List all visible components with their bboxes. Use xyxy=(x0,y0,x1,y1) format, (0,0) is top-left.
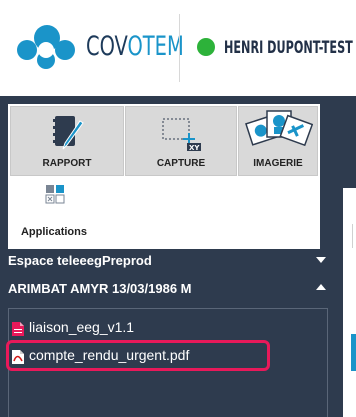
app-header: COVOTEM HENRI DUPONT-TEST xyxy=(0,0,356,96)
applications-label: Applications xyxy=(20,226,87,238)
file-item[interactable]: liaison_eeg_v1.1 xyxy=(9,317,209,339)
report-pen-icon xyxy=(53,116,84,150)
toolbar: RAPPORT XY CAPTURE IMAGERIE Applications xyxy=(8,104,320,264)
file-list: liaison_eeg_v1.1 compte_rendu_urgent.pdf xyxy=(6,308,328,417)
document-icon xyxy=(12,322,24,336)
brand-accent: OTEM xyxy=(127,31,184,62)
covotem-logo-icon xyxy=(17,25,75,69)
capture-label: CAPTURE xyxy=(156,158,206,169)
applications-grid-icon xyxy=(45,185,65,204)
file-item-highlighted[interactable]: compte_rendu_urgent.pdf xyxy=(6,340,270,371)
patient-title: ARIMBAT AMYR 13/03/1986 M xyxy=(8,281,192,296)
online-status-icon xyxy=(197,38,215,56)
report-label: RAPPORT xyxy=(42,158,92,169)
workspace-title: Espace teleeegPreprod xyxy=(8,253,152,268)
chevron-up-icon xyxy=(316,284,326,290)
left-sidebar: RAPPORT XY CAPTURE IMAGERIE Applications… xyxy=(0,96,336,417)
pdf-icon xyxy=(12,350,24,364)
workspace-section-header[interactable]: Espace teleeegPreprod xyxy=(0,249,336,272)
right-content-panel xyxy=(343,188,356,417)
patient-section-header[interactable]: ARIMBAT AMYR 13/03/1986 M xyxy=(0,277,336,300)
brand-prefix: COV xyxy=(86,31,128,62)
imagery-icon xyxy=(245,110,313,147)
chevron-down-icon xyxy=(316,257,326,263)
brand-name: COVOTEM xyxy=(86,31,184,62)
capture-button[interactable]: XY CAPTURE xyxy=(125,106,237,176)
imagery-button[interactable]: IMAGERIE xyxy=(238,106,318,176)
right-panel-active-marker xyxy=(351,334,356,371)
report-button[interactable]: RAPPORT xyxy=(10,106,124,176)
svg-text:XY: XY xyxy=(189,144,200,152)
applications-button[interactable]: Applications xyxy=(14,180,94,242)
right-panel-divider xyxy=(352,224,356,248)
imagery-label: IMAGERIE xyxy=(253,158,303,169)
header-divider xyxy=(179,14,180,82)
user-name[interactable]: HENRI DUPONT-TEST xyxy=(224,38,353,58)
capture-xy-icon: XY xyxy=(162,118,201,152)
file-name: compte_rendu_urgent.pdf xyxy=(29,347,190,363)
file-name: liaison_eeg_v1.1 xyxy=(29,319,135,335)
